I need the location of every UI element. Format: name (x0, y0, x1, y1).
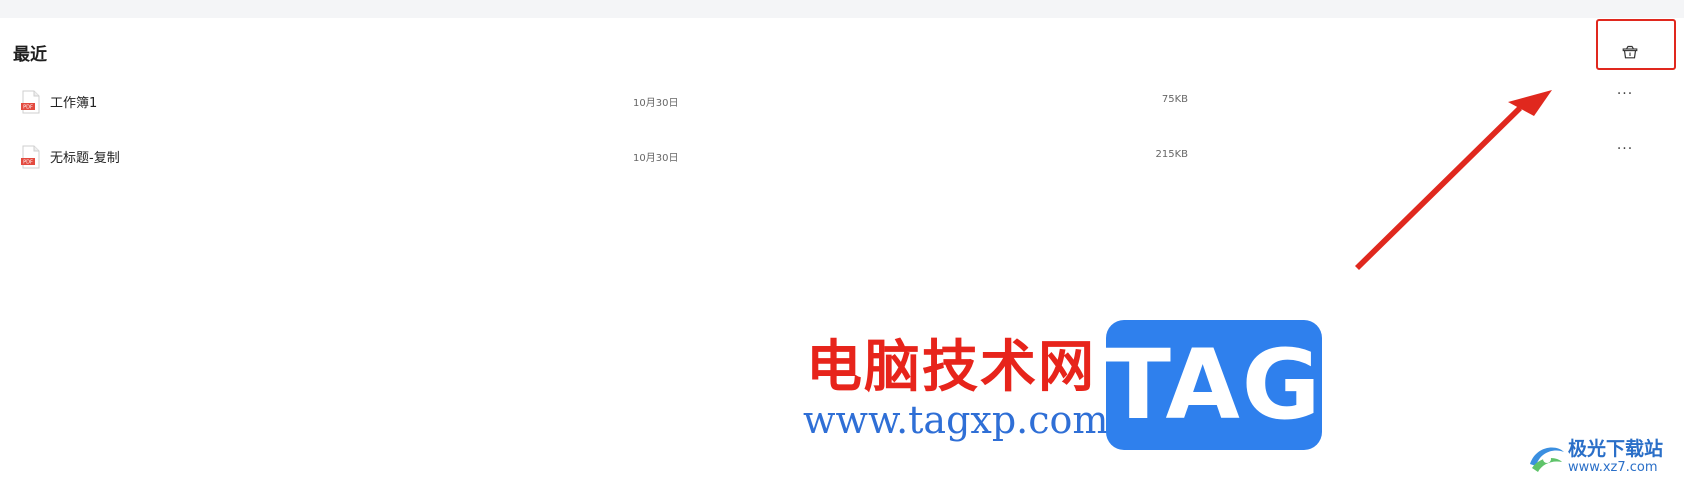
file-row[interactable]: PDF 无标题-复制 10月30日 215KB ··· (0, 137, 1652, 191)
page: 最近 PDF 工作簿1 10月30日 75KB ··· PDF 无标题-复制 1… (0, 0, 1684, 484)
pdf-file-icon: PDF (21, 145, 40, 169)
pdf-file-icon: PDF (21, 90, 40, 114)
highlight-box (1596, 19, 1676, 70)
more-options-button[interactable]: ··· (1612, 87, 1638, 106)
watermark-site-url: www.tagxp.com (803, 398, 1109, 442)
file-size: 215KB (1155, 149, 1188, 160)
right-strip (1652, 18, 1684, 484)
file-row[interactable]: PDF 工作簿1 10月30日 75KB ··· (0, 82, 1652, 136)
svg-text:PDF: PDF (23, 105, 33, 111)
file-name[interactable]: 无标题-复制 (50, 147, 120, 166)
svg-text:PDF: PDF (23, 160, 33, 166)
watermark-site-name: 电脑技术网 (806, 335, 1096, 400)
corner-site-url: www.xz7.com (1568, 460, 1658, 475)
top-bar (0, 0, 1684, 18)
corner-site-name: 极光下载站 (1568, 438, 1664, 460)
file-date: 10月30日 (633, 98, 679, 109)
watermark-tag-logo: TAG (1105, 320, 1322, 450)
section-title: 最近 (13, 45, 47, 65)
file-date: 10月30日 (633, 153, 679, 164)
file-size: 75KB (1161, 94, 1188, 105)
file-name[interactable]: 工作簿1 (50, 92, 97, 111)
corner-watermark: 极光下载站 www.xz7.com (1526, 432, 1684, 482)
aurora-logo-icon (1530, 447, 1564, 472)
more-options-button[interactable]: ··· (1612, 142, 1638, 161)
